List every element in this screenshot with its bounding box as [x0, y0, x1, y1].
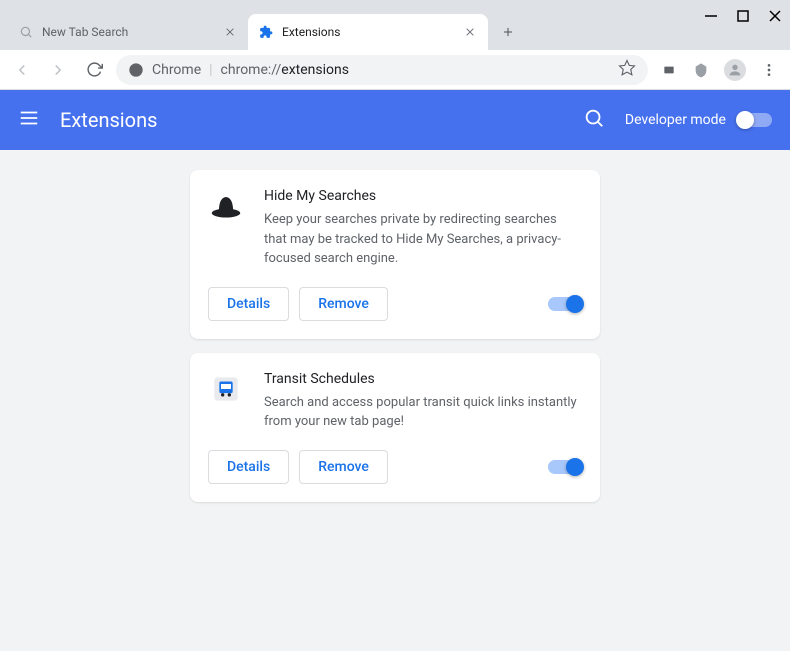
extension-icon[interactable] — [660, 61, 678, 79]
developer-mode-label: Developer mode — [625, 112, 726, 128]
extensions-list: Hide My Searches Keep your searches priv… — [0, 150, 790, 651]
details-button[interactable]: Details — [208, 287, 289, 321]
tab-strip: New Tab Search Extensions — [8, 0, 522, 50]
profile-avatar[interactable] — [724, 59, 746, 81]
extension-name: Hide My Searches — [264, 188, 582, 204]
developer-mode: Developer mode — [625, 112, 772, 128]
address-bar[interactable]: Chrome | chrome://extensions — [116, 55, 648, 85]
close-icon[interactable] — [462, 24, 478, 40]
tab-new-tab-search[interactable]: New Tab Search — [8, 14, 248, 50]
enable-toggle[interactable] — [548, 297, 582, 311]
developer-mode-toggle[interactable] — [738, 113, 772, 127]
search-icon — [18, 24, 34, 40]
hat-icon — [208, 188, 244, 224]
menu-icon[interactable] — [760, 61, 778, 79]
bookmark-icon[interactable] — [618, 59, 636, 81]
browser-toolbar: Chrome | chrome://extensions — [0, 50, 790, 90]
toolbar-actions — [656, 59, 782, 81]
extensions-header: Extensions Developer mode — [0, 90, 790, 150]
extension-name: Transit Schedules — [264, 371, 582, 387]
close-button[interactable] — [768, 8, 782, 27]
close-icon[interactable] — [222, 24, 238, 40]
tab-title: New Tab Search — [42, 25, 214, 39]
window-titlebar: New Tab Search Extensions — [0, 0, 790, 50]
site-info-icon[interactable] — [128, 62, 144, 78]
reload-button[interactable] — [80, 56, 108, 84]
extension-card: Transit Schedules Search and access popu… — [190, 353, 600, 502]
search-icon[interactable] — [583, 107, 605, 133]
remove-button[interactable]: Remove — [299, 450, 388, 484]
hamburger-icon[interactable] — [18, 107, 40, 133]
window-controls — [704, 8, 782, 27]
forward-button[interactable] — [44, 56, 72, 84]
enable-toggle[interactable] — [548, 460, 582, 474]
remove-button[interactable]: Remove — [299, 287, 388, 321]
tab-extensions[interactable]: Extensions — [248, 14, 488, 50]
extension-icon-2[interactable] — [692, 61, 710, 79]
back-button[interactable] — [8, 56, 36, 84]
extension-description: Search and access popular transit quick … — [264, 393, 582, 432]
minimize-button[interactable] — [704, 8, 718, 27]
url-prefix: Chrome — [152, 62, 201, 78]
extension-card: Hide My Searches Keep your searches priv… — [190, 170, 600, 339]
bus-icon — [208, 371, 244, 407]
puzzle-icon — [258, 24, 274, 40]
new-tab-button[interactable] — [494, 18, 522, 46]
url-text: chrome://extensions — [221, 62, 610, 78]
page-title: Extensions — [60, 108, 563, 132]
details-button[interactable]: Details — [208, 450, 289, 484]
extension-description: Keep your searches private by redirectin… — [264, 210, 582, 269]
tab-title: Extensions — [282, 25, 454, 39]
maximize-button[interactable] — [736, 8, 750, 27]
